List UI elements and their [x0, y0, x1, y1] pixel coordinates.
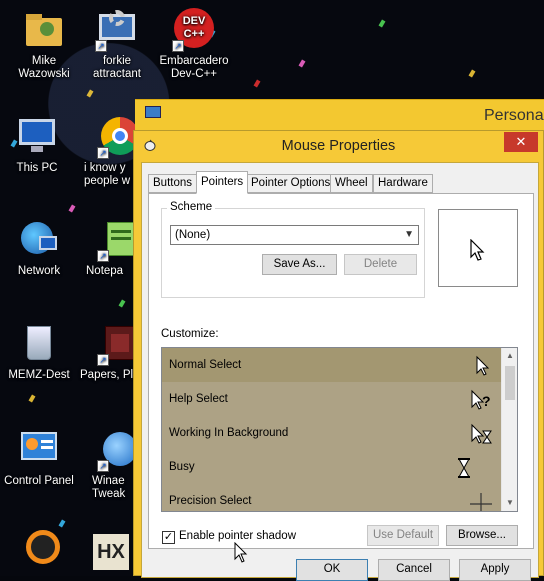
confetti	[253, 79, 261, 88]
desktop-icon-label: MEMZ-Dest	[8, 369, 70, 381]
mouse-pointer-icon	[234, 542, 248, 563]
arrow-cursor-icon	[470, 239, 485, 261]
use-default-button[interactable]: Use Default	[367, 525, 439, 546]
shortcut-arrow-icon: ↗	[97, 460, 109, 472]
mouse-properties-dialog: Mouse Properties ✕ Buttons Pointers Poin…	[133, 130, 544, 581]
confetti	[378, 19, 386, 28]
confetti	[118, 299, 126, 308]
control-panel-icon	[17, 428, 61, 472]
desktop-icon-control-panel[interactable]: Control Panel	[0, 428, 78, 488]
personalization-title: Personali	[484, 107, 544, 124]
cursor-list[interactable]: Normal Select Help Select ? Working In B…	[161, 347, 518, 512]
dialog-client-area: Buttons Pointers Pointer Options Wheel H…	[141, 162, 539, 581]
desktop-icon-forkie[interactable]: ↗ forkie attractant	[78, 8, 156, 81]
computer-icon	[15, 115, 59, 159]
scroll-up-icon[interactable]: ▲	[502, 348, 517, 364]
folder-user-icon	[22, 8, 66, 52]
settings-monitor-icon: ↗	[95, 8, 139, 52]
app-icon-partial[interactable]	[26, 530, 60, 564]
tab-wheel[interactable]: Wheel	[330, 174, 373, 193]
scheme-selected-value: (None)	[175, 229, 211, 241]
desktop-icon-this-pc[interactable]: This PC	[0, 115, 76, 175]
list-item[interactable]: Busy	[162, 450, 502, 484]
desktop-icon-memz[interactable]: MEMZ-Dest	[0, 322, 78, 382]
cursor-name: Precision Select	[169, 495, 252, 507]
desktop-icon-network[interactable]: Network	[0, 218, 78, 278]
cursor-preview	[438, 209, 518, 287]
scroll-down-icon[interactable]: ▼	[502, 495, 517, 511]
scheme-label: Scheme	[167, 201, 216, 213]
working-cursor-icon	[471, 423, 492, 444]
window-app-icon	[145, 106, 161, 118]
pointers-tab-panel: Scheme (None) ▼ Save As... Delete Custom…	[148, 193, 534, 563]
confetti	[58, 519, 66, 528]
shortcut-arrow-icon: ↗	[97, 354, 109, 366]
customize-label: Customize:	[161, 328, 219, 340]
enable-shadow-label: Enable pointer shadow	[179, 530, 296, 542]
desktop-icon-label: This PC	[16, 162, 58, 174]
cancel-button[interactable]: Cancel	[378, 559, 450, 581]
cursor-name: Busy	[169, 461, 195, 473]
shortcut-arrow-icon: ↗	[95, 40, 107, 52]
tab-pointer-options[interactable]: Pointer Options	[246, 174, 336, 193]
close-icon: ✕	[515, 134, 527, 149]
shortcut-arrow-icon: ↗	[172, 40, 184, 52]
desktop-icon-label: Network	[17, 265, 61, 277]
list-item[interactable]: Precision Select	[162, 484, 502, 511]
apply-button[interactable]: Apply	[459, 559, 531, 581]
devcpp-icon: DEV C++ ↗	[172, 8, 216, 52]
shortcut-arrow-icon: ↗	[97, 250, 109, 262]
cursor-name: Working In Background	[169, 427, 289, 439]
cursor-name: Help Select	[169, 393, 228, 405]
recycle-bin-icon	[17, 322, 61, 366]
list-item[interactable]: Normal Select	[162, 348, 502, 382]
desktop-icon-label: Mike Wazowski	[18, 55, 70, 80]
confetti	[86, 89, 94, 98]
shortcut-arrow-icon: ↗	[97, 147, 109, 159]
desktop-icon-mike-wazowski[interactable]: Mike Wazowski	[5, 8, 83, 81]
scheme-groupbox	[161, 208, 425, 298]
crosshair-cursor-icon	[470, 493, 492, 511]
confetti	[468, 69, 476, 78]
app-icon-partial[interactable]: HX	[93, 534, 129, 570]
desktop-icon-label: Embarcadero Dev-C++	[159, 55, 229, 80]
confetti	[298, 59, 306, 68]
tab-pointers[interactable]: Pointers	[196, 171, 249, 194]
svg-text:?: ?	[482, 393, 491, 409]
list-item[interactable]: Help Select ?	[162, 382, 502, 416]
desktop-icon-label: Control Panel	[4, 475, 74, 487]
ok-button[interactable]: OK	[296, 559, 368, 581]
tab-buttons[interactable]: Buttons	[148, 174, 197, 193]
browse-button[interactable]: Browse...	[446, 525, 518, 546]
delete-button[interactable]: Delete	[344, 254, 417, 275]
confetti	[68, 204, 76, 213]
save-as-button[interactable]: Save As...	[262, 254, 337, 275]
enable-shadow-checkbox[interactable]: ✓	[162, 531, 175, 544]
desktop-icon-label: forkie attractant	[93, 55, 141, 80]
network-icon	[17, 218, 61, 262]
tab-hardware[interactable]: Hardware	[373, 174, 433, 193]
desktop-icon-devcpp[interactable]: DEV C++ ↗ Embarcadero Dev-C++	[155, 8, 233, 81]
hourglass-cursor-icon	[458, 458, 470, 478]
list-scrollbar[interactable]: ▲ ▼	[501, 348, 517, 511]
scrollbar-thumb[interactable]	[505, 366, 515, 400]
confetti	[28, 394, 36, 403]
cursor-name: Normal Select	[169, 359, 242, 371]
chevron-down-icon: ▼	[404, 229, 414, 240]
dialog-title: Mouse Properties	[281, 138, 396, 154]
help-cursor-icon: ?	[471, 389, 491, 410]
close-button[interactable]: ✕	[504, 132, 538, 152]
list-item[interactable]: Working In Background	[162, 416, 502, 450]
scheme-dropdown[interactable]: (None) ▼	[170, 225, 419, 245]
arrow-cursor-icon	[476, 355, 490, 376]
